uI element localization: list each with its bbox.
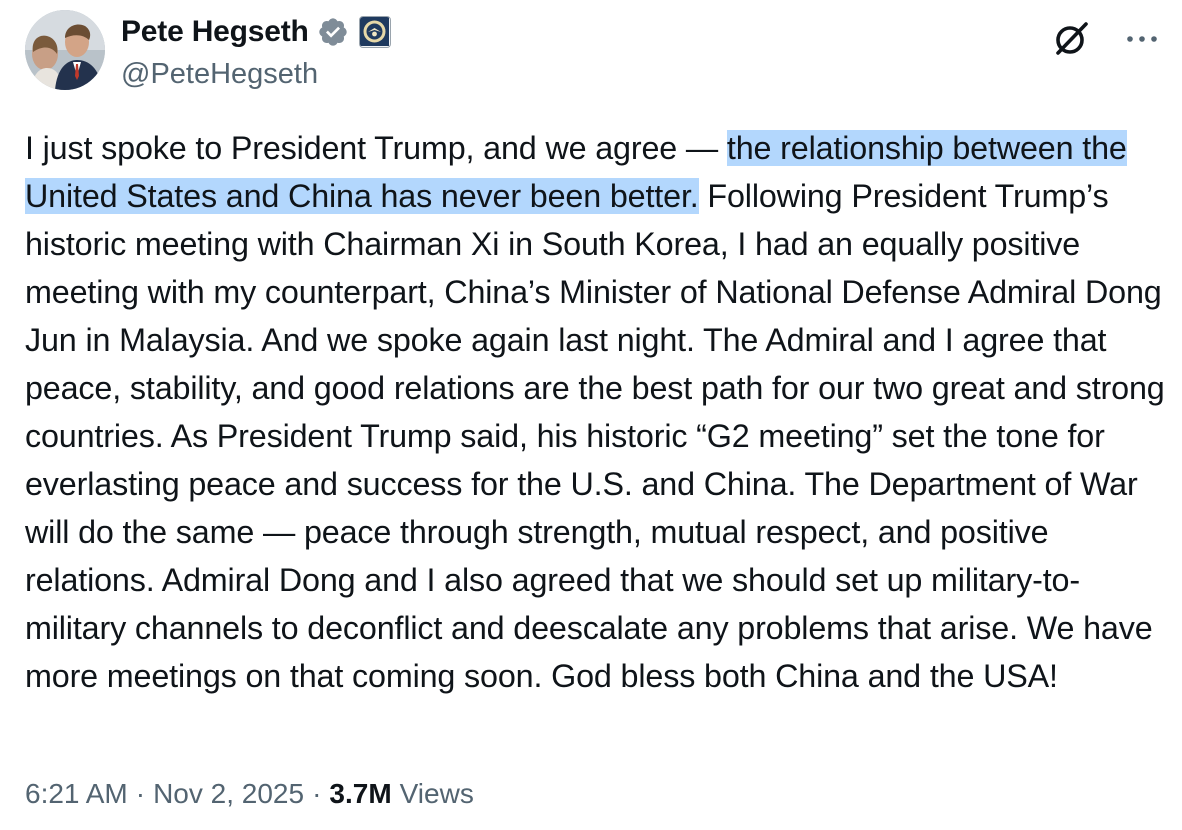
grok-icon[interactable] — [1052, 18, 1092, 58]
tweet-text-before-selection: I just spoke to President Trump, and we … — [25, 130, 727, 166]
department-seal-icon[interactable] — [358, 16, 391, 48]
tweet-metadata: 6:21 AM · Nov 2, 2025 · 3.7M Views — [25, 778, 474, 810]
display-name[interactable]: Pete Hegseth — [121, 15, 309, 49]
avatar-image — [25, 10, 105, 90]
views-label: Views — [399, 778, 474, 809]
verified-badge-icon[interactable] — [317, 16, 349, 48]
avatar[interactable] — [25, 10, 105, 90]
display-name-row: Pete Hegseth — [121, 12, 391, 52]
user-block: Pete Hegseth @PeteHegseth — [121, 12, 391, 91]
user-handle[interactable]: @PeteHegseth — [121, 58, 391, 91]
views-count[interactable]: 3.7M — [329, 778, 391, 810]
tweet-header: Pete Hegseth @PeteHegseth — [25, 10, 1162, 94]
tweet-time[interactable]: 6:21 AM — [25, 778, 128, 810]
separator: · — [135, 778, 146, 809]
separator: · — [312, 778, 322, 809]
tweet-text-after-selection: Following President Trump’s historic mee… — [25, 178, 1165, 694]
more-options-icon[interactable] — [1122, 26, 1162, 52]
tweet-text: I just spoke to President Trump, and we … — [25, 124, 1165, 700]
tweet-date[interactable]: Nov 2, 2025 — [153, 778, 304, 810]
tweet: Pete Hegseth @PeteHegseth I just spoke t… — [0, 0, 1182, 830]
